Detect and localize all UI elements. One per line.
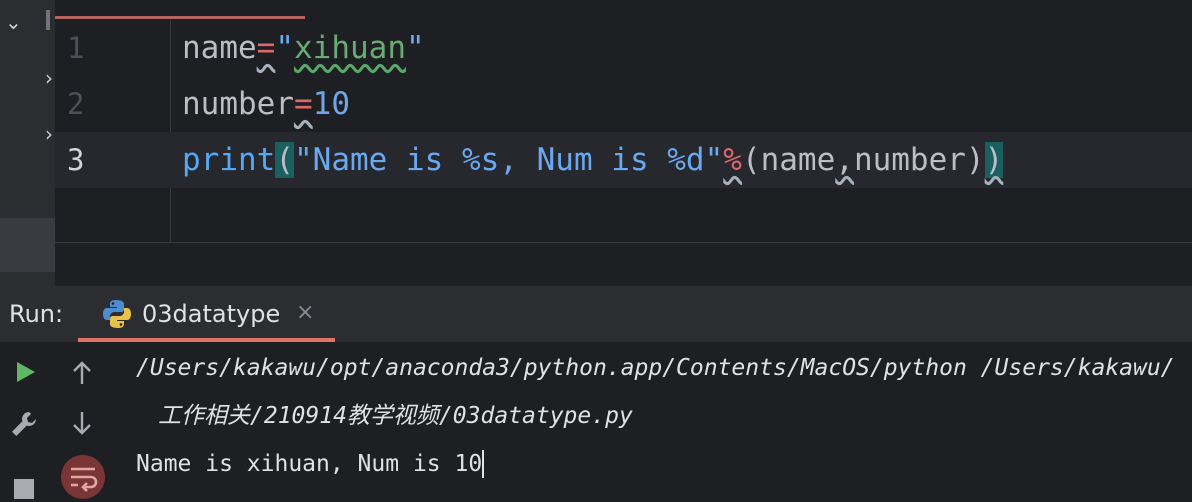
code-editor[interactable]: 1 name="xihuan" 2 number=10 3 print("Nam… bbox=[46, 0, 1192, 286]
run-side-toolbar bbox=[0, 342, 110, 502]
editor-tab-accent bbox=[55, 16, 305, 19]
code-text[interactable]: print("Name is %s, Num is %d"%(name,numb… bbox=[182, 142, 1004, 178]
code-line-1[interactable]: 1 name="xihuan" bbox=[55, 20, 1192, 76]
stop-icon[interactable] bbox=[13, 478, 35, 500]
code-text[interactable]: number=10 bbox=[182, 88, 350, 120]
run-icon[interactable] bbox=[13, 360, 37, 384]
code-line-3[interactable]: 3 print("Name is %s, Num is %d"%(name,nu… bbox=[55, 132, 1192, 188]
arrow-up-icon[interactable] bbox=[70, 360, 94, 386]
soft-wrap-icon[interactable] bbox=[60, 454, 106, 500]
console-command-line: /Users/kakawu/opt/anaconda3/python.app/C… bbox=[136, 355, 1175, 381]
line-number: 3 bbox=[67, 143, 85, 177]
chevron-down-icon[interactable]: ⌄ bbox=[5, 12, 22, 32]
line-number: 1 bbox=[67, 31, 85, 65]
project-strip: ⌄ › › bbox=[0, 0, 55, 286]
console-output: Name is xihuan, Num is 10 bbox=[136, 450, 485, 478]
text-caret bbox=[482, 450, 485, 478]
line-number: 2 bbox=[67, 87, 85, 121]
arrow-down-icon[interactable] bbox=[70, 410, 94, 436]
console-command-line-cont: 工作相关/210914教学视频/03datatype.py bbox=[158, 403, 633, 429]
selected-tree-row[interactable] bbox=[0, 218, 55, 272]
run-console[interactable]: /Users/kakawu/opt/anaconda3/python.app/C… bbox=[0, 342, 1192, 502]
run-label: Run: bbox=[9, 300, 64, 328]
code-line-2[interactable]: 2 number=10 bbox=[55, 76, 1192, 132]
python-icon bbox=[103, 300, 131, 328]
wrench-icon[interactable] bbox=[10, 410, 38, 438]
chevron-right-icon[interactable]: › bbox=[45, 68, 53, 88]
run-tab-03datatype[interactable]: 03datatype × bbox=[78, 286, 335, 342]
chevron-right-icon[interactable]: › bbox=[45, 124, 53, 144]
tab-marker bbox=[46, 10, 50, 30]
close-icon[interactable]: × bbox=[296, 300, 314, 325]
run-tab-label: 03datatype bbox=[142, 300, 281, 328]
run-toolwindow-header: Run: 03datatype × bbox=[0, 286, 1192, 342]
code-text[interactable]: name="xihuan" bbox=[182, 32, 425, 64]
editor-bottom-separator bbox=[55, 242, 1192, 243]
